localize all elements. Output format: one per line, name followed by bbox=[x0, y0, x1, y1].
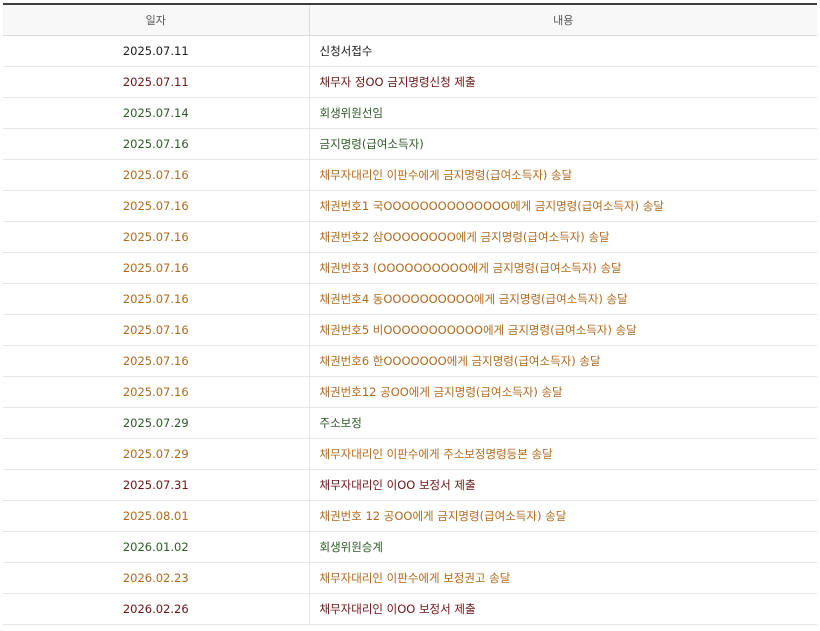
row-date: 2025.07.29 bbox=[3, 407, 310, 439]
row-content: 채무자대리인 이판수에게 금지명령(급여소득자) 송달 bbox=[309, 159, 817, 191]
table-row: 2025.08.01 채권번호 12 공OO에게 금지명령(급여소득자) 송달 bbox=[3, 500, 817, 532]
row-date: 2025.07.16 bbox=[3, 376, 310, 408]
content-column-header: 내용 bbox=[309, 3, 817, 36]
table-header: 일자 내용 bbox=[3, 3, 817, 36]
row-date: 2025.07.16 bbox=[3, 314, 310, 346]
row-content: 신청서접수 bbox=[309, 35, 817, 67]
row-date: 2025.07.16 bbox=[3, 128, 310, 160]
table-row: 2025.07.29 채무자대리인 이판수에게 주소보정명령등본 송달 bbox=[3, 438, 817, 470]
table-row: 2025.07.16 금지명령(급여소득자) bbox=[3, 128, 817, 160]
row-content: 채권번호3 (OOOOOOOOOO에게 금지명령(급여소득자) 송달 bbox=[309, 252, 817, 284]
row-content: 채무자대리인 이판수에게 주소보정명령등본 송달 bbox=[309, 438, 817, 470]
table-body: 2025.07.11 신청서접수 2025.07.11 채무자 정OO 금지명령신청 … bbox=[3, 35, 817, 625]
row-date: 2025.07.16 bbox=[3, 283, 310, 315]
row-content: 회생위원선임 bbox=[309, 97, 817, 129]
row-content: 주소보정 bbox=[309, 407, 817, 439]
table-row: 2025.07.11 신청서접수 bbox=[3, 35, 817, 67]
row-content: 채권번호5 비OOOOOOOOOOO에게 금지명령(급여소득자) 송달 bbox=[309, 314, 817, 346]
table-row: 2025.07.16 채무자대리인 이판수에게 금지명령(급여소득자) 송달 bbox=[3, 159, 817, 191]
row-date: 2025.07.16 bbox=[3, 190, 310, 222]
table-row: 2025.07.16 채권번호3 (OOOOOOOOOO에게 금지명령(급여소득자… bbox=[3, 252, 817, 284]
table-row: 2025.07.16 채권번호4 동OOOOOOOOOO에게 금지명령(급여소득자… bbox=[3, 283, 817, 315]
row-date: 2026.02.26 bbox=[3, 593, 310, 625]
case-progress-table-container: 일자 내용 2025.07.11 신청서접수 2025.07.11 채무자 정OO 금… bbox=[3, 3, 817, 625]
row-date: 2025.07.16 bbox=[3, 159, 310, 191]
row-date: 2025.07.16 bbox=[3, 221, 310, 253]
table-row: 2025.07.16 채권번호12 공OO에게 금지명령(급여소득자) 송달 bbox=[3, 376, 817, 408]
table-row: 2025.07.31 채무자대리인 이OO 보정서 제출 bbox=[3, 469, 817, 501]
table-row: 2025.07.16 채권번호1 국OOOOOOOOOOOOOO에게 금지명령(급… bbox=[3, 190, 817, 222]
table-row: 2026.02.23 채무자대리인 이판수에게 보정권고 송달 bbox=[3, 562, 817, 594]
row-date: 2025.08.01 bbox=[3, 500, 310, 532]
row-date: 2025.07.16 bbox=[3, 252, 310, 284]
table-row: 2025.07.29 주소보정 bbox=[3, 407, 817, 439]
row-content: 채권번호1 국OOOOOOOOOOOOOO에게 금지명령(급여소득자) 송달 bbox=[309, 190, 817, 222]
row-content: 채무자 정OO 금지명령신청 제출 bbox=[309, 66, 817, 98]
row-content: 채권번호2 삼OOOOOOOO에게 금지명령(급여소득자) 송달 bbox=[309, 221, 817, 253]
table-row: 2026.02.26 채무자대리인 이OO 보정서 제출 bbox=[3, 593, 817, 625]
case-progress-table: 일자 내용 2025.07.11 신청서접수 2025.07.11 채무자 정OO 금… bbox=[3, 3, 817, 625]
date-column-header: 일자 bbox=[3, 3, 310, 36]
row-content: 금지명령(급여소득자) bbox=[309, 128, 817, 160]
row-content: 채무자대리인 이OO 보정서 제출 bbox=[309, 469, 817, 501]
table-row: 2025.07.11 채무자 정OO 금지명령신청 제출 bbox=[3, 66, 817, 98]
row-date: 2025.07.11 bbox=[3, 66, 310, 98]
row-date: 2025.07.29 bbox=[3, 438, 310, 470]
row-content: 채권번호12 공OO에게 금지명령(급여소득자) 송달 bbox=[309, 376, 817, 408]
row-date: 2025.07.16 bbox=[3, 345, 310, 377]
row-content: 채권번호 12 공OO에게 금지명령(급여소득자) 송달 bbox=[309, 500, 817, 532]
row-content: 채권번호4 동OOOOOOOOOO에게 금지명령(급여소득자) 송달 bbox=[309, 283, 817, 315]
row-date: 2025.07.14 bbox=[3, 97, 310, 129]
table-row: 2025.07.16 채권번호6 한OOOOOOO에게 금지명령(급여소득자) 송… bbox=[3, 345, 817, 377]
table-row: 2025.07.14 회생위원선임 bbox=[3, 97, 817, 129]
table-row: 2025.07.16 채권번호5 비OOOOOOOOOOO에게 금지명령(급여소득… bbox=[3, 314, 817, 346]
table-row: 2026.01.02 회생위원승계 bbox=[3, 531, 817, 563]
row-content: 채권번호6 한OOOOOOO에게 금지명령(급여소득자) 송달 bbox=[309, 345, 817, 377]
row-content: 회생위원승계 bbox=[309, 531, 817, 563]
row-content: 채무자대리인 이판수에게 보정권고 송달 bbox=[309, 562, 817, 594]
table-row: 2025.07.16 채권번호2 삼OOOOOOOO에게 금지명령(급여소득자) … bbox=[3, 221, 817, 253]
row-date: 2026.02.23 bbox=[3, 562, 310, 594]
header-row: 일자 내용 bbox=[3, 3, 817, 36]
row-content: 채무자대리인 이OO 보정서 제출 bbox=[309, 593, 817, 625]
row-date: 2026.01.02 bbox=[3, 531, 310, 563]
row-date: 2025.07.11 bbox=[3, 35, 310, 67]
row-date: 2025.07.31 bbox=[3, 469, 310, 501]
